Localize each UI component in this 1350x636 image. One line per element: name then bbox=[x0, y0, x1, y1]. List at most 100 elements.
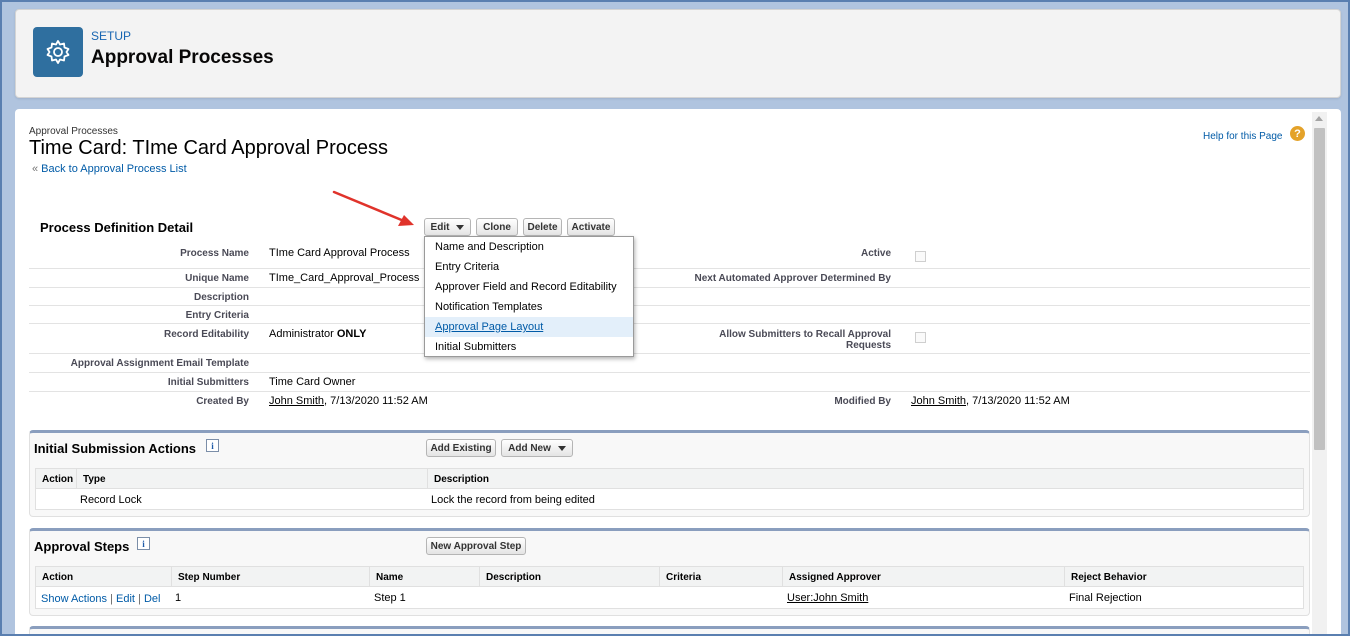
separator: | bbox=[107, 593, 117, 605]
process-name-label: Process Name bbox=[180, 248, 249, 259]
menu-item-label: Name and Description bbox=[435, 241, 544, 253]
col-action: Action bbox=[42, 571, 74, 583]
menu-item-initial-submitters[interactable]: Initial Submitters bbox=[425, 337, 633, 357]
allow-recall-label: Allow Submitters to Recall Approval bbox=[719, 329, 891, 340]
record-editability-text: Administrator bbox=[269, 328, 337, 340]
initial-submission-table: Action Type Description Record Lock Lock… bbox=[35, 468, 1304, 510]
scroll-thumb[interactable] bbox=[1314, 128, 1325, 450]
menu-item-label: Approver Field and Record Editability bbox=[435, 281, 617, 293]
row-type: Record Lock bbox=[80, 494, 142, 506]
info-icon[interactable]: i bbox=[137, 537, 150, 550]
help-icon[interactable]: ? bbox=[1290, 126, 1305, 141]
help-link[interactable]: Help for this Page bbox=[1203, 131, 1283, 142]
table-header: Action Type Description bbox=[36, 469, 1303, 489]
add-new-button[interactable]: Add New bbox=[501, 439, 573, 457]
modified-by-label: Modified By bbox=[834, 396, 891, 407]
approval-steps-table: Action Step Number Name Description Crit… bbox=[35, 566, 1304, 609]
menu-item-label: Approval Page Layout bbox=[435, 321, 544, 333]
gear-icon bbox=[33, 27, 83, 77]
assigned-approver-link[interactable]: User:John Smith bbox=[787, 592, 868, 604]
clone-button[interactable]: Clone bbox=[476, 218, 518, 236]
row-name: Step 1 bbox=[374, 592, 406, 604]
created-by-user-link[interactable]: John Smith bbox=[269, 395, 324, 407]
chevron-down-icon bbox=[456, 224, 465, 230]
modified-by-user-link[interactable]: John Smith bbox=[911, 395, 966, 407]
menu-item-label: Notification Templates bbox=[435, 301, 543, 313]
delete-button[interactable]: Delete bbox=[523, 218, 562, 236]
row-actions: Show Actions | Edit | Del bbox=[41, 593, 161, 605]
initial-submitters-value: Time Card Owner bbox=[269, 376, 356, 388]
process-detail-title: Process Definition Detail bbox=[40, 220, 194, 235]
active-label: Active bbox=[860, 248, 891, 259]
menu-item-label: Initial Submitters bbox=[435, 341, 517, 353]
initial-submitters-label: Initial Submitters bbox=[167, 377, 249, 388]
back-link-text[interactable]: Back to Approval Process List bbox=[41, 163, 187, 175]
active-checkbox bbox=[915, 251, 926, 262]
menu-item-approver-field[interactable]: Approver Field and Record Editability bbox=[425, 277, 633, 297]
row-description: Lock the record from being edited bbox=[431, 494, 595, 506]
description-label: Description bbox=[193, 292, 249, 303]
menu-item-label: Entry Criteria bbox=[435, 261, 500, 273]
page-title: Time Card: TIme Card Approval Process bbox=[29, 137, 389, 159]
back-to-list-link[interactable]: «Back to Approval Process List bbox=[32, 163, 187, 175]
col-action: Action bbox=[42, 473, 74, 485]
modified-by-date: , 7/13/2020 11:52 AM bbox=[966, 395, 1070, 407]
col-assigned-approver: Assigned Approver bbox=[782, 567, 1064, 587]
created-by-value: John Smith, 7/13/2020 11:52 AM bbox=[269, 395, 428, 407]
menu-item-approval-page-layout[interactable]: Approval Page Layout bbox=[425, 317, 633, 337]
col-step-number: Step Number bbox=[171, 567, 369, 587]
add-existing-button[interactable]: Add Existing bbox=[426, 439, 496, 457]
breadcrumb: Approval Processes bbox=[29, 126, 118, 137]
row-divider bbox=[29, 391, 1310, 392]
col-reject-behavior: Reject Behavior bbox=[1064, 567, 1303, 587]
table-header: Action Step Number Name Description Crit… bbox=[36, 567, 1303, 587]
edit-step-link[interactable]: Edit bbox=[116, 593, 135, 605]
scroll-up-icon[interactable] bbox=[1315, 116, 1323, 121]
col-description: Description bbox=[479, 567, 659, 587]
initial-submission-title: Initial Submission Actions bbox=[34, 441, 197, 456]
new-approval-step-button[interactable]: New Approval Step bbox=[426, 537, 526, 555]
menu-item-notification-templates[interactable]: Notification Templates bbox=[425, 297, 633, 317]
email-template-label: Approval Assignment Email Template bbox=[70, 358, 249, 369]
setup-header: SETUP Approval Processes bbox=[15, 9, 1341, 98]
col-name: Name bbox=[369, 567, 479, 587]
delete-step-link[interactable]: Del bbox=[144, 593, 161, 605]
show-actions-link[interactable]: Show Actions bbox=[41, 593, 107, 605]
row-divider bbox=[29, 268, 1310, 269]
menu-item-entry-criteria[interactable]: Entry Criteria bbox=[425, 257, 633, 277]
back-arrow-icon: « bbox=[32, 163, 39, 175]
created-by-date: , 7/13/2020 11:52 AM bbox=[324, 395, 428, 407]
separator: | bbox=[135, 593, 144, 605]
setup-label: SETUP bbox=[91, 29, 132, 43]
row-divider bbox=[29, 372, 1310, 373]
vertical-scrollbar[interactable] bbox=[1312, 112, 1327, 636]
menu-item-name-description[interactable]: Name and Description bbox=[425, 237, 633, 257]
row-reject-behavior: Final Rejection bbox=[1069, 592, 1142, 604]
add-new-label: Add New bbox=[508, 442, 551, 454]
created-by-label: Created By bbox=[196, 396, 249, 407]
allow-recall-checkbox bbox=[915, 332, 926, 343]
next-section bbox=[29, 626, 1310, 636]
col-description: Description bbox=[427, 469, 1303, 489]
allow-recall-label-line2: Requests bbox=[845, 340, 891, 351]
process-name-value: TIme Card Approval Process bbox=[269, 247, 410, 259]
annotation-arrow-icon bbox=[332, 190, 414, 226]
activate-button[interactable]: Activate bbox=[567, 218, 615, 236]
chevron-down-icon bbox=[557, 445, 566, 451]
header-title: Approval Processes bbox=[91, 47, 274, 68]
approval-steps-title: Approval Steps bbox=[34, 539, 130, 554]
modified-by-value: John Smith, 7/13/2020 11:52 AM bbox=[911, 395, 1070, 407]
edit-button-label: Edit bbox=[430, 221, 450, 233]
info-icon[interactable]: i bbox=[206, 439, 219, 452]
edit-button[interactable]: Edit bbox=[424, 218, 471, 236]
row-divider bbox=[29, 305, 1310, 306]
edit-dropdown-menu: Name and Description Entry Criteria Appr… bbox=[424, 236, 634, 357]
record-editability-bold: ONLY bbox=[336, 328, 367, 340]
record-editability-value: Administrator ONLY bbox=[269, 328, 366, 340]
col-type: Type bbox=[76, 469, 427, 489]
row-divider bbox=[29, 287, 1310, 288]
row-divider bbox=[29, 353, 1310, 354]
row-divider bbox=[29, 323, 1310, 324]
unique-name-label: Unique Name bbox=[185, 273, 249, 284]
col-criteria: Criteria bbox=[659, 567, 782, 587]
